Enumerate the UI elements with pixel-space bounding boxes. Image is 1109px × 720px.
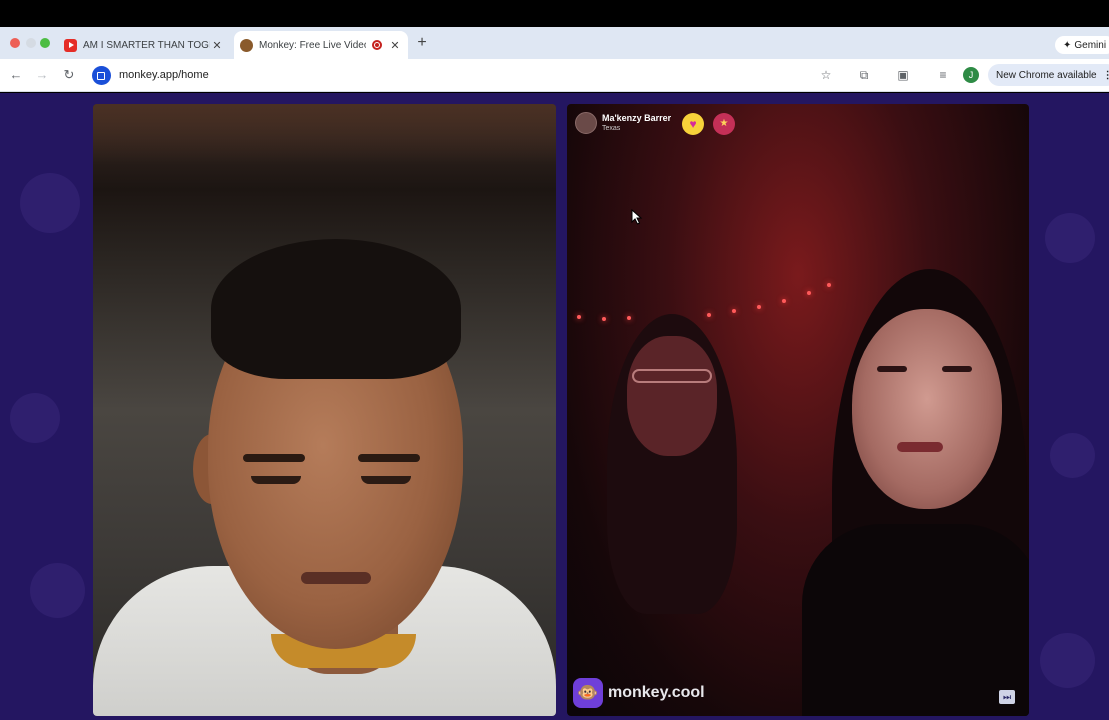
gift-badge-icon[interactable]: ★ (713, 113, 735, 135)
tab-monkey[interactable]: Monkey: Free Live Video C ✕ (234, 31, 408, 59)
person-face (852, 309, 1002, 509)
gemini-button[interactable]: ✦ Gemini (1055, 36, 1109, 54)
close-window-button[interactable] (10, 38, 20, 48)
monkey-watermark: 🐵 monkey.cool (573, 678, 705, 708)
paw-pattern (30, 563, 85, 618)
heart-badge-icon[interactable]: ♥ (682, 113, 704, 135)
page-content: Ma'kenzy Barrer Texas ♥ ★ 🐵 monkey.cool … (0, 93, 1109, 720)
tab-youtube[interactable]: AM I SMARTER THAN TOGI? ✕ (58, 31, 230, 59)
extensions-icon[interactable]: ⧉ (856, 67, 872, 83)
more-menu-icon[interactable]: ⋮ (1103, 70, 1109, 81)
minimize-window-button[interactable] (26, 38, 36, 48)
new-chrome-available-button[interactable]: New Chrome available ⋮ (988, 64, 1109, 86)
camera-site-icon[interactable] (92, 65, 111, 85)
bookmark-star-icon[interactable]: ☆ (818, 67, 834, 83)
remote-video: Ma'kenzy Barrer Texas ♥ ★ 🐵 monkey.cool … (567, 104, 1029, 716)
update-label: New Chrome available (996, 69, 1097, 81)
address-bar[interactable]: monkey.app/home (88, 63, 843, 87)
avatar[interactable] (575, 112, 597, 134)
close-tab-icon[interactable]: ✕ (388, 39, 402, 52)
remote-user-info[interactable]: Ma'kenzy Barrer Texas (575, 112, 671, 134)
paw-pattern (20, 173, 80, 233)
person-hair (211, 239, 461, 379)
paw-pattern (10, 393, 60, 443)
reload-icon[interactable]: ↻ (61, 67, 77, 83)
profile-avatar[interactable]: J (963, 67, 979, 83)
tab-title: AM I SMARTER THAN TOGI? (83, 39, 210, 51)
fast-forward-icon[interactable]: ⏭ (999, 690, 1015, 704)
monkey-logo-icon: 🐵 (573, 678, 603, 708)
watermark-text: monkey.cool (608, 684, 705, 701)
url-text: monkey.app/home (119, 69, 209, 81)
paw-pattern (1045, 213, 1095, 263)
local-video (93, 104, 556, 716)
paw-pattern (1040, 633, 1095, 688)
remote-user-name: Ma'kenzy Barrer (602, 113, 672, 123)
remote-user-location: Texas (602, 125, 621, 132)
mouse-cursor-icon (631, 209, 643, 225)
tab-strip: AM I SMARTER THAN TOGI? ✕ Monkey: Free L… (0, 27, 1109, 59)
maximize-window-button[interactable] (40, 38, 50, 48)
monkey-icon (240, 38, 253, 52)
forward-arrow-icon[interactable]: → (34, 67, 50, 83)
new-tab-button[interactable]: + (414, 34, 430, 52)
recording-icon (372, 40, 382, 50)
tab-title: Monkey: Free Live Video C (259, 39, 366, 51)
glasses (632, 369, 712, 383)
browser-toolbar: ← → ↻ monkey.app/home ☆ ⧉ ▣ ≡ J New Chro… (0, 59, 1109, 92)
screen-search-icon[interactable]: ▣ (895, 67, 911, 83)
back-arrow-icon[interactable]: ← (8, 67, 24, 83)
sparkle-icon: ✦ (1063, 39, 1072, 51)
youtube-icon (64, 38, 77, 52)
screen-top-bar (0, 0, 1109, 27)
media-control-icon[interactable]: ≡ (935, 67, 951, 83)
close-tab-icon[interactable]: ✕ (210, 39, 224, 52)
gemini-label: Gemini (1074, 39, 1107, 51)
paw-pattern (1050, 433, 1095, 478)
